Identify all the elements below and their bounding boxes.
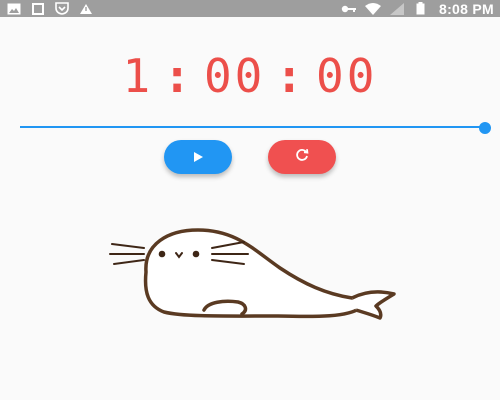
play-icon	[192, 148, 204, 167]
reset-button[interactable]	[268, 140, 336, 174]
image-icon	[6, 2, 22, 16]
timer-display: 1 : 00 : 00	[0, 49, 500, 103]
shield-icon	[54, 2, 70, 16]
play-button[interactable]	[164, 140, 232, 174]
wifi-icon	[364, 2, 381, 16]
slider-thumb[interactable]	[479, 122, 491, 134]
time-slider[interactable]	[20, 120, 491, 134]
timer-hours: 1	[122, 49, 154, 103]
slider-track[interactable]	[20, 126, 485, 128]
timer-separator: :	[275, 49, 307, 103]
timer-seconds: 00	[316, 49, 378, 103]
alert-triangle-icon	[78, 2, 94, 16]
timer-minutes: 00	[203, 49, 266, 103]
status-bar: 8:08 PM	[0, 0, 500, 17]
status-bar-left	[6, 2, 94, 16]
refresh-icon	[294, 147, 310, 167]
seal-illustration	[108, 222, 398, 322]
key-icon	[341, 2, 357, 16]
timer-separator: :	[163, 49, 194, 103]
status-bar-right: 8:08 PM	[341, 1, 494, 17]
status-time: 8:08 PM	[438, 0, 494, 17]
app-screen: 8:08 PM 1 : 00 : 00	[0, 0, 500, 400]
battery-icon	[413, 2, 429, 16]
signal-icon	[389, 2, 405, 16]
square-icon	[30, 2, 46, 16]
